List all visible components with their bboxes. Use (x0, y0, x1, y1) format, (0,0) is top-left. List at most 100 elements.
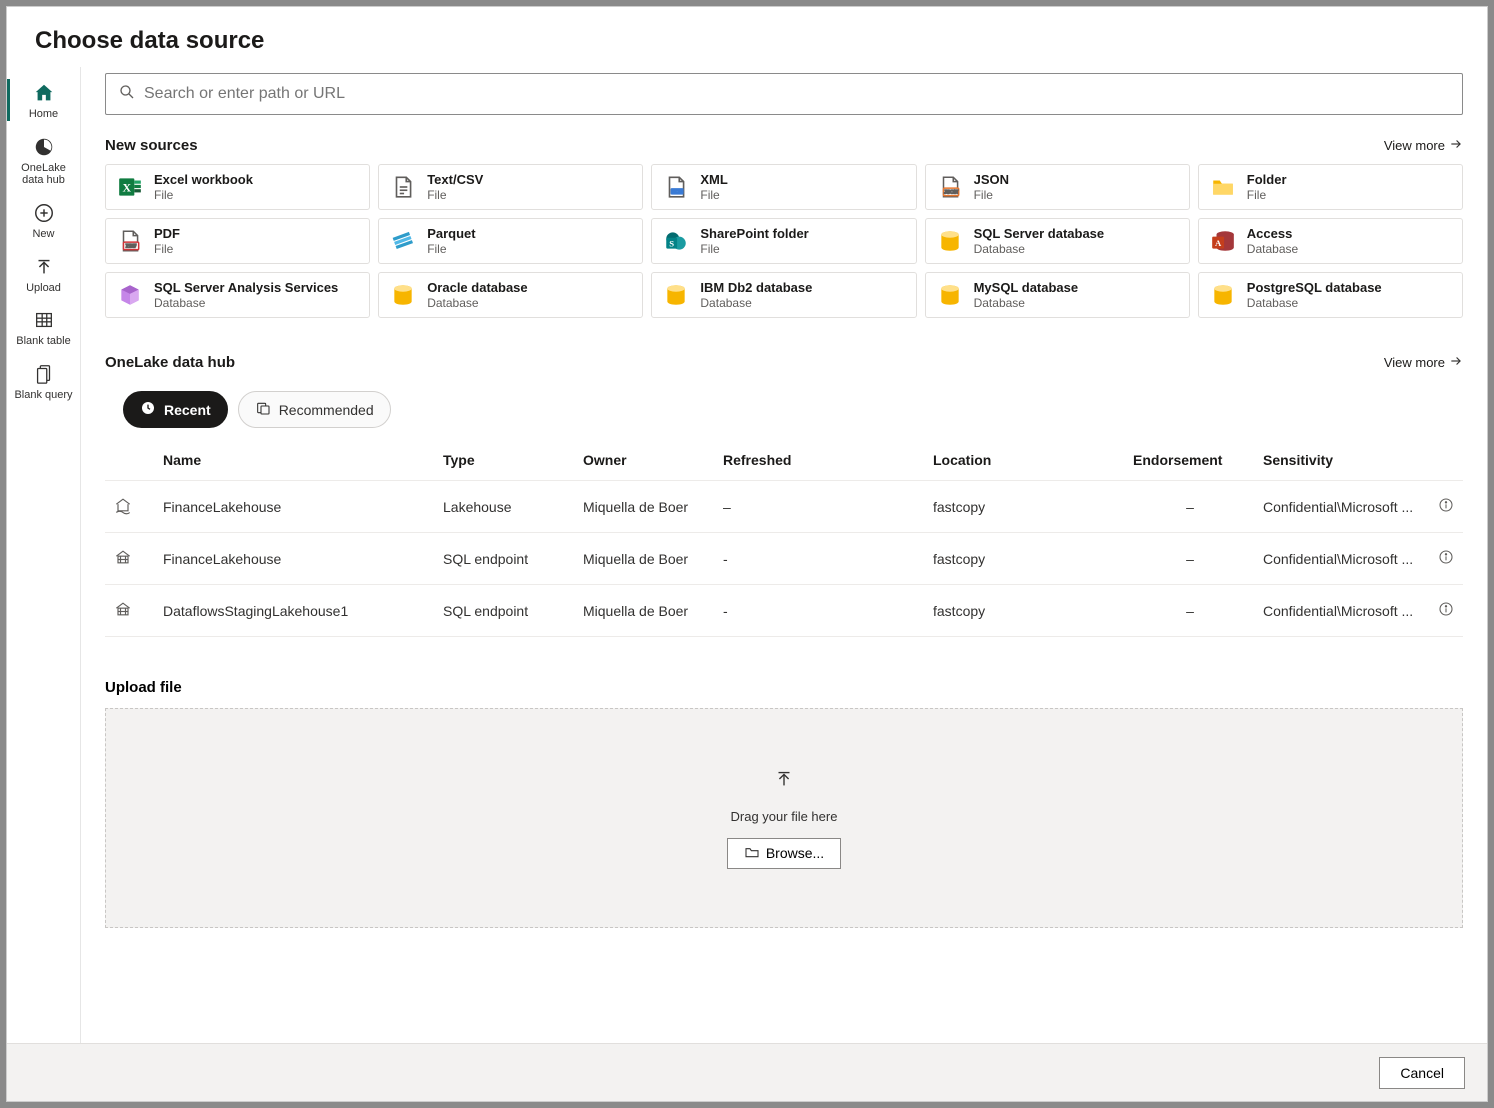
table-row[interactable]: DataflowsStagingLakehouse1SQL endpointMi… (105, 585, 1463, 637)
cell-owner: Miquella de Boer (575, 533, 715, 585)
source-card-sharepoint-folder[interactable]: SSharePoint folderFile (651, 218, 916, 264)
pdf-icon: PDF (116, 227, 144, 255)
cell-sensitivity: Confidential\Microsoft ... (1255, 585, 1429, 637)
sidebar-item-blank-query[interactable]: Blank query (7, 354, 80, 408)
cell-refreshed: – (715, 481, 925, 533)
source-card-json[interactable]: JSONJSONFile (925, 164, 1190, 210)
source-card-excel-workbook[interactable]: XExcel workbookFile (105, 164, 370, 210)
sidebar: Home OneLake data hub New Upload (7, 67, 81, 1043)
card-title: JSON (974, 172, 1009, 188)
cancel-button[interactable]: Cancel (1379, 1057, 1465, 1089)
hub-col-header[interactable]: Location (925, 440, 1125, 481)
cell-endorsement: – (1125, 585, 1255, 637)
hub-col-header[interactable]: Endorsement (1125, 440, 1255, 481)
view-more-label: View more (1384, 138, 1445, 153)
cell-name: DataflowsStagingLakehouse1 (155, 585, 435, 637)
hub-col-header[interactable]: Sensitivity (1255, 440, 1429, 481)
cell-sensitivity: Confidential\Microsoft ... (1255, 481, 1429, 533)
pill-recent[interactable]: Recent (123, 391, 228, 428)
card-title: Excel workbook (154, 172, 253, 188)
hub-col-header[interactable] (1429, 440, 1463, 481)
source-card-oracle-database[interactable]: Oracle databaseDatabase (378, 272, 643, 318)
source-card-folder[interactable]: FolderFile (1198, 164, 1463, 210)
card-subtitle: Database (700, 296, 812, 310)
card-subtitle: Database (1247, 242, 1298, 256)
card-title: PDF (154, 226, 180, 242)
sidebar-item-home[interactable]: Home (7, 73, 80, 127)
pill-recommended[interactable]: Recommended (238, 391, 391, 428)
hub-col-header[interactable]: Name (155, 440, 435, 481)
new-sources-view-more[interactable]: View more (1384, 137, 1463, 154)
sidebar-item-upload[interactable]: Upload (7, 247, 80, 301)
card-subtitle: Database (1247, 296, 1382, 310)
home-icon (32, 81, 56, 105)
pill-label: Recommended (279, 402, 374, 418)
source-card-ibm-db2-database[interactable]: IBM Db2 databaseDatabase (651, 272, 916, 318)
source-card-xml[interactable]: <•>XMLFile (651, 164, 916, 210)
hub-view-more[interactable]: View more (1384, 354, 1463, 371)
cell-refreshed: - (715, 533, 925, 585)
info-icon[interactable] (1429, 585, 1463, 637)
hub-col-header[interactable]: Refreshed (715, 440, 925, 481)
source-card-text-csv[interactable]: Text/CSVFile (378, 164, 643, 210)
source-card-sql-server-database[interactable]: SQL Server databaseDatabase (925, 218, 1190, 264)
clock-icon (140, 400, 156, 419)
source-card-access[interactable]: A AccessDatabase (1198, 218, 1463, 264)
card-subtitle: Database (154, 296, 338, 310)
info-icon[interactable] (1429, 481, 1463, 533)
search-icon (118, 83, 136, 106)
source-card-pdf[interactable]: PDFPDFFile (105, 218, 370, 264)
plus-circle-icon (32, 201, 56, 225)
sidebar-item-blank-table[interactable]: Blank table (7, 300, 80, 354)
sidebar-item-new[interactable]: New (7, 193, 80, 247)
sidebar-item-label: Home (27, 108, 60, 121)
info-icon[interactable] (1429, 533, 1463, 585)
browse-button[interactable]: Browse... (727, 838, 841, 869)
source-card-mysql-database[interactable]: MySQL databaseDatabase (925, 272, 1190, 318)
search-box[interactable] (105, 73, 1463, 115)
json-icon: JSON (936, 173, 964, 201)
sidebar-item-label: Upload (24, 282, 63, 295)
access-icon: A (1209, 227, 1237, 255)
card-title: MySQL database (974, 280, 1079, 296)
svg-text:A: A (1215, 238, 1222, 248)
upload-dropzone[interactable]: Drag your file here Browse... (105, 708, 1463, 928)
card-title: Access (1247, 226, 1298, 242)
svg-text:X: X (122, 180, 131, 194)
source-card-parquet[interactable]: ParquetFile (378, 218, 643, 264)
row-type-icon (105, 533, 155, 585)
parquet-icon (389, 227, 417, 255)
svg-text:PDF: PDF (126, 244, 137, 250)
new-sources-header: New sources View more (105, 137, 1463, 154)
sharepoint-icon: S (662, 227, 690, 255)
db-orange-icon (662, 281, 690, 309)
card-title: SQL Server Analysis Services (154, 280, 338, 296)
table-row[interactable]: FinanceLakehouseLakehouseMiquella de Boe… (105, 481, 1463, 533)
source-cards-grid: X Excel workbook File Text/CSVFile<•>XMLFil… (105, 164, 1463, 318)
hub-col-header[interactable] (105, 440, 155, 481)
row-type-icon (105, 585, 155, 637)
db-orange-icon (936, 281, 964, 309)
card-title: Folder (1247, 172, 1287, 188)
card-subtitle: File (154, 242, 180, 256)
source-card-postgresql-database[interactable]: PostgreSQL databaseDatabase (1198, 272, 1463, 318)
sidebar-item-onelake[interactable]: OneLake data hub (7, 127, 80, 193)
browse-label: Browse... (766, 845, 824, 861)
card-subtitle: File (974, 188, 1009, 202)
card-subtitle: File (1247, 188, 1287, 202)
upload-arrow-icon (773, 768, 795, 795)
arrow-right-icon (1449, 137, 1463, 154)
card-subtitle: File (700, 188, 727, 202)
hub-col-header[interactable]: Owner (575, 440, 715, 481)
view-more-label: View more (1384, 355, 1445, 370)
search-input[interactable] (136, 85, 1450, 103)
source-card-sql-server-analysis-services[interactable]: SQL Server Analysis ServicesDatabase (105, 272, 370, 318)
card-title: SharePoint folder (700, 226, 808, 242)
table-row[interactable]: FinanceLakehouseSQL endpointMiquella de … (105, 533, 1463, 585)
hub-col-header[interactable]: Type (435, 440, 575, 481)
sidebar-item-label: New (30, 228, 56, 241)
query-icon (32, 362, 56, 386)
cell-type: Lakehouse (435, 481, 575, 533)
cell-name: FinanceLakehouse (155, 481, 435, 533)
cell-name: FinanceLakehouse (155, 533, 435, 585)
